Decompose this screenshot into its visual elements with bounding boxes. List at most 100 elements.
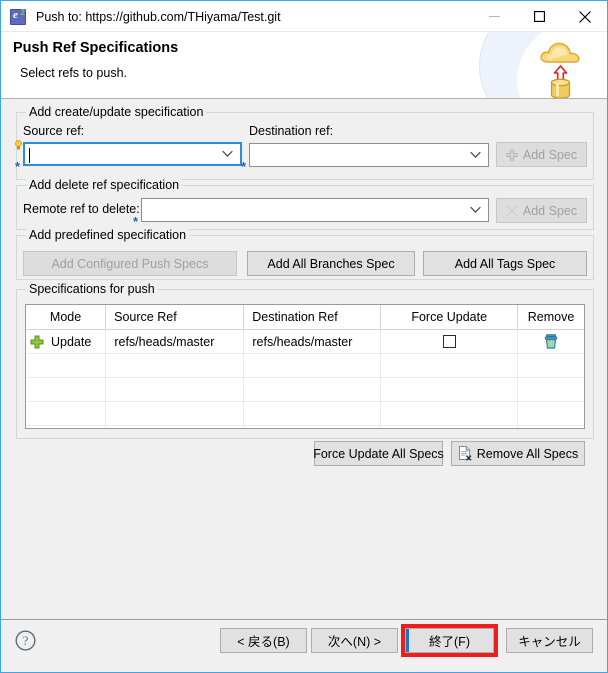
source-ref-label: Source ref:: [23, 124, 85, 138]
back-button[interactable]: < 戻る(B): [220, 628, 307, 653]
next-button[interactable]: 次へ(N) >: [311, 628, 398, 653]
column-header-mode[interactable]: Mode: [26, 305, 107, 329]
cross-icon: [506, 205, 518, 217]
table-row-empty[interactable]: [26, 354, 584, 378]
column-header-remove[interactable]: Remove: [518, 305, 584, 329]
svg-text:?: ?: [23, 633, 29, 648]
cell-empty: [244, 354, 382, 377]
cell-remove[interactable]: [518, 330, 584, 353]
add-configured-push-specs-button[interactable]: Add Configured Push Specs: [23, 251, 237, 276]
cancel-button[interactable]: キャンセル: [506, 628, 593, 653]
finish-button-label: 終了(F): [429, 635, 470, 649]
remove-all-specs-label: Remove All Specs: [476, 446, 579, 461]
table-header-row: Mode Source Ref Destination Ref Force Up…: [26, 305, 584, 330]
table-row-empty[interactable]: [26, 402, 584, 426]
finish-button-focus-indicator: [406, 629, 409, 652]
close-icon: [578, 10, 591, 23]
push-ref-specifications-dialog: e 2 Push to: https://github.com/THiyama/…: [0, 0, 608, 673]
add-spec-create-update-button[interactable]: Add Spec: [496, 142, 587, 167]
table-row-empty[interactable]: [26, 426, 584, 428]
cell-destination-ref: refs/heads/master: [244, 330, 382, 353]
specifications-table[interactable]: Mode Source Ref Destination Ref Force Up…: [25, 304, 585, 429]
eclipse-icon-superscript: 2: [20, 7, 25, 17]
delete-ref-group-legend: Add delete ref specification: [26, 178, 183, 192]
remote-ref-to-delete-combo[interactable]: [141, 198, 489, 222]
trash-icon[interactable]: [544, 334, 558, 349]
column-header-force-update[interactable]: Force Update: [381, 305, 519, 329]
cell-empty: [106, 378, 245, 401]
cell-force-update[interactable]: [381, 330, 519, 353]
add-all-tags-spec-label: Add All Tags Spec: [454, 256, 556, 271]
cell-empty: [244, 426, 382, 428]
add-all-branches-spec-button[interactable]: Add All Branches Spec: [247, 251, 415, 276]
chevron-down-icon: [470, 151, 481, 159]
destination-ref-combo[interactable]: [249, 143, 489, 167]
back-button-label: < 戻る(B): [237, 635, 290, 649]
destination-ref-label: Destination ref:: [249, 124, 334, 138]
next-button-label: 次へ(N) >: [327, 635, 382, 649]
cell-empty: [106, 402, 245, 425]
cloud-upload-database-icon: [540, 42, 580, 98]
add-spec-delete-button[interactable]: Add Spec: [496, 198, 587, 223]
cell-empty: [381, 354, 518, 377]
plus-icon: [506, 149, 518, 161]
cell-empty: [518, 426, 584, 428]
add-all-tags-spec-button[interactable]: Add All Tags Spec: [423, 251, 587, 276]
maximize-icon: [534, 11, 545, 22]
cell-empty: [106, 426, 245, 428]
cell-empty: [26, 426, 107, 428]
document-remove-icon: [458, 446, 472, 461]
source-ref-required-marker: *: [15, 159, 21, 174]
force-update-all-specs-label: Force Update All Specs: [313, 446, 444, 461]
add-configured-push-specs-label: Add Configured Push Specs: [51, 256, 209, 271]
dialog-content: Add create/update specification Source r…: [1, 99, 607, 619]
dialog-footer: ? < 戻る(B) 次へ(N) > 終了(F) キャンセル: [1, 619, 607, 672]
minimize-button[interactable]: [472, 1, 517, 32]
cell-source-ref: refs/heads/master: [106, 330, 245, 353]
close-button[interactable]: [562, 1, 607, 32]
add-all-branches-spec-label: Add All Branches Spec: [267, 256, 395, 271]
eclipse-icon: e 2: [10, 7, 26, 25]
lightbulb-decoration-icon: [15, 140, 22, 150]
window-controls: [472, 1, 607, 32]
source-ref-combo[interactable]: [23, 142, 242, 166]
create-update-group-legend: Add create/update specification: [26, 105, 207, 119]
add-spec-create-update-label: Add Spec: [522, 147, 578, 162]
table-row[interactable]: Update refs/heads/master refs/heads/mast…: [26, 330, 584, 354]
cell-empty: [26, 402, 107, 425]
cell-empty: [381, 378, 518, 401]
eclipse-icon-letter: e: [13, 8, 18, 21]
cell-empty: [244, 378, 382, 401]
cell-empty: [106, 354, 245, 377]
source-ref-text-cursor: [29, 148, 30, 163]
minimize-icon: [489, 16, 500, 17]
chevron-down-icon: [470, 206, 481, 214]
title-bar: e 2 Push to: https://github.com/THiyama/…: [1, 1, 607, 32]
wizard-banner: Push Ref Specifications Select refs to p…: [1, 32, 607, 99]
table-row-empty[interactable]: [26, 378, 584, 402]
green-plus-icon: [30, 335, 44, 348]
window-title: Push to: https://github.com/THiyama/Test…: [36, 9, 281, 24]
add-spec-delete-label: Add Spec: [522, 203, 578, 218]
column-header-source-ref[interactable]: Source Ref: [106, 305, 245, 329]
force-update-all-specs-button[interactable]: Force Update All Specs: [313, 441, 444, 466]
predefined-group-legend: Add predefined specification: [26, 228, 190, 242]
cell-empty: [26, 378, 107, 401]
cell-empty: [26, 354, 107, 377]
cancel-button-label: キャンセル: [518, 635, 581, 649]
page-subtitle: Select refs to push.: [20, 66, 128, 80]
specifications-group-legend: Specifications for push: [26, 282, 158, 296]
page-title: Push Ref Specifications: [13, 40, 179, 56]
force-update-checkbox[interactable]: [442, 335, 456, 348]
cell-mode-text: Update: [51, 334, 92, 349]
cell-empty: [381, 426, 518, 428]
remote-ref-to-delete-label: Remote ref to delete:: [23, 202, 140, 216]
maximize-button[interactable]: [517, 1, 562, 32]
finish-button[interactable]: 終了(F): [405, 628, 494, 653]
help-question-icon[interactable]: ?: [15, 630, 36, 651]
cell-mode: Update: [26, 330, 107, 353]
column-header-destination-ref[interactable]: Destination Ref: [244, 305, 382, 329]
cell-empty: [518, 402, 584, 425]
remote-ref-required-marker: *: [133, 214, 139, 229]
remove-all-specs-button[interactable]: Remove All Specs: [451, 441, 585, 466]
